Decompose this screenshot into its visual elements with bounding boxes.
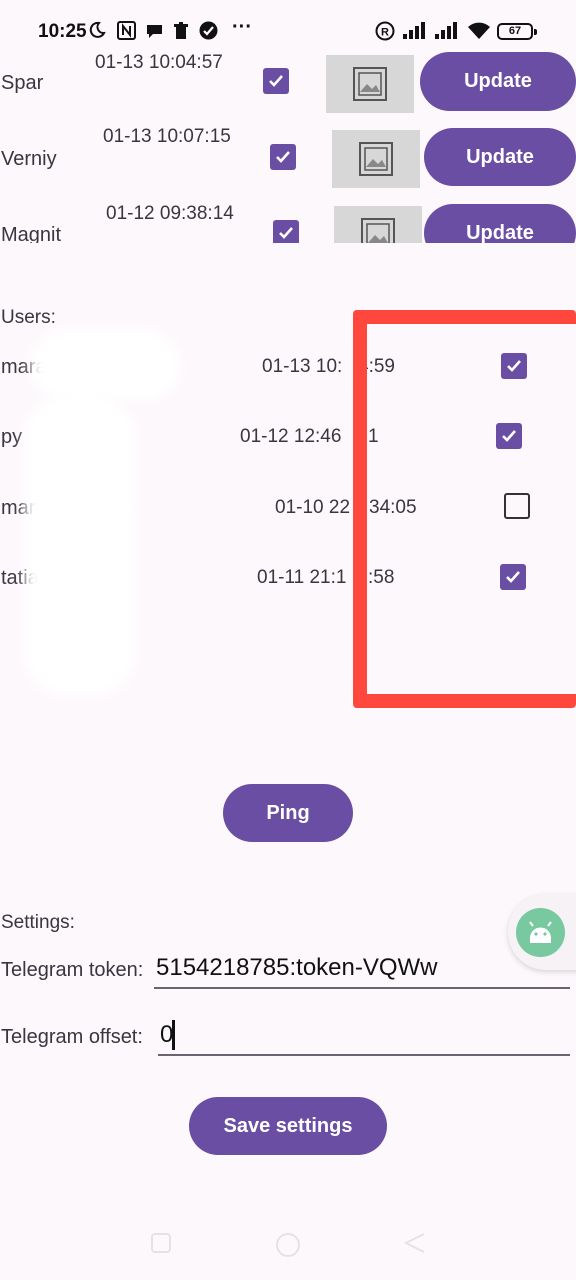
registered-icon: R [375,21,395,47]
shop-date: 01-13 10:07:15 [103,126,231,147]
signal-2-icon [435,21,461,46]
shop-name: Magnit [1,224,62,243]
signal-1-icon [403,21,429,46]
users-label: Users: [1,307,56,328]
check-circle-icon [199,21,218,46]
app-screen: 10:25 ··· R 67 Spar 01-13 10:04:57 Updat… [0,0,576,1280]
moon-icon [88,21,106,45]
nfc-icon [117,21,136,46]
android-icon [516,908,565,957]
shop-checkbox[interactable] [273,220,299,243]
image-icon [359,142,393,176]
redaction-mask [25,395,135,695]
shop-image-button[interactable] [332,130,420,188]
trash-icon [172,21,190,46]
telegram-token-input[interactable] [154,948,570,989]
back-nav-icon[interactable] [403,1232,426,1259]
save-settings-button[interactable]: Save settings [189,1097,387,1155]
redaction-mask [60,480,130,540]
shop-date: 01-12 09:38:14 [106,203,234,224]
update-button[interactable]: Update [424,204,576,243]
user-date: 01-13 10: [262,356,343,377]
status-time: 10:25 [38,21,87,42]
telegram-offset-input[interactable] [158,1016,570,1056]
shop-image-button[interactable] [334,206,422,243]
update-button[interactable]: Update [424,128,576,186]
user-date: 01-11 21:1 [257,567,347,588]
shop-checkbox[interactable] [263,68,289,94]
floating-assistant-bubble[interactable] [508,894,576,970]
shop-row: Magnit 01-12 09:38:14 Update [0,200,576,243]
home-nav-icon[interactable] [275,1232,301,1263]
recents-nav-icon[interactable] [150,1232,172,1259]
svg-text:R: R [381,27,389,39]
redaction-mask [30,330,180,400]
shop-name: Verniy [1,148,57,170]
ping-button[interactable]: Ping [223,784,353,842]
shop-date: 01-13 10:04:57 [95,52,223,73]
update-button[interactable]: Update [420,52,576,111]
chat-bubble-icon [145,21,164,46]
image-icon [353,67,387,101]
shop-image-button[interactable] [326,55,414,113]
text-caret [172,1020,175,1050]
shops-list[interactable]: Spar 01-13 10:04:57 Update Verniy 01-13 … [0,48,576,243]
user-date: 01-12 12:46 [240,426,342,447]
settings-label: Settings: [1,912,75,933]
battery-icon: 67 [497,23,537,40]
shop-name: Spar [1,72,44,94]
highlight-annotation [353,310,576,708]
user-name: py [1,426,23,448]
user-date: 01-10 22 [275,497,351,518]
wifi-icon [466,21,492,47]
telegram-token-label: Telegram token: [1,959,144,981]
shop-row: Verniy 01-13 10:07:15 Update [0,124,576,200]
shop-row: Spar 01-13 10:04:57 Update [0,48,576,124]
image-icon [361,218,395,243]
more-dots-icon: ··· [232,16,252,38]
telegram-offset-label: Telegram offset: [1,1026,143,1048]
shop-checkbox[interactable] [270,144,296,170]
